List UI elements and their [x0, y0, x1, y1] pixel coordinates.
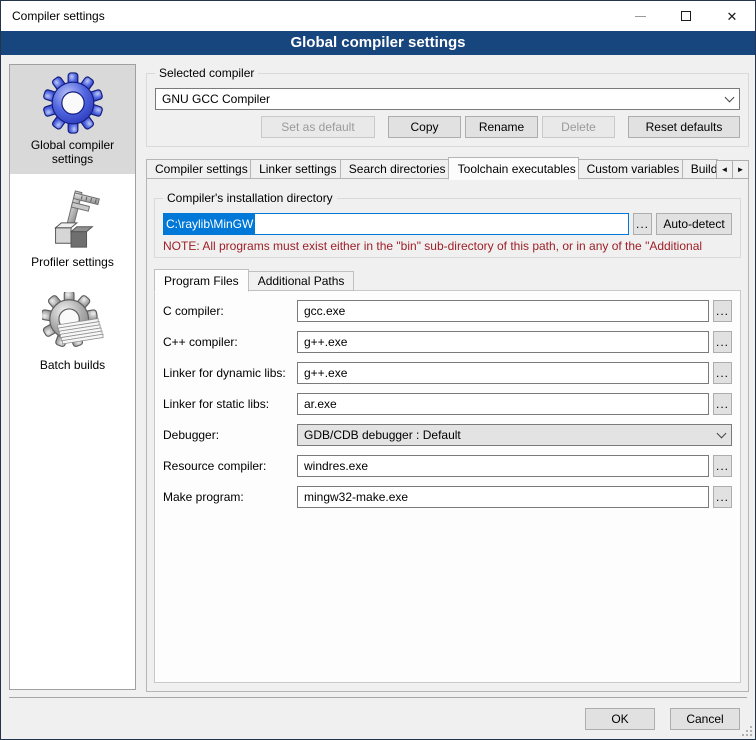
copy-button[interactable]: Copy	[388, 116, 461, 138]
resource-compiler-label: Resource compiler:	[163, 459, 297, 473]
reset-defaults-button[interactable]: Reset defaults	[628, 116, 740, 138]
sidebar-item-batch-builds[interactable]: Batch builds	[10, 285, 135, 380]
program-tabs: Program Files Additional Paths	[154, 268, 741, 291]
debugger-value: GDB/CDB debugger : Default	[304, 428, 718, 442]
static-linker-row: Linker for static libs: ar.exe ...	[163, 393, 732, 415]
footer-separator	[9, 697, 747, 698]
program-files-page: C compiler: gcc.exe ... C++ compiler: g+…	[154, 290, 741, 683]
caliper-icon	[42, 189, 104, 251]
installation-dir-browse-button[interactable]: ...	[633, 213, 652, 235]
make-program-row: Make program: mingw32-make.exe ...	[163, 486, 732, 508]
tab-custom-variables[interactable]: Custom variables	[578, 159, 683, 179]
gray-gear-papers-icon	[42, 292, 104, 354]
window-controls: ✕	[617, 1, 755, 31]
minimize-icon	[635, 16, 646, 17]
dynamic-linker-row: Linker for dynamic libs: g++.exe ...	[163, 362, 732, 384]
cpp-compiler-browse-button[interactable]: ...	[713, 331, 732, 353]
blue-gear-icon	[42, 72, 104, 134]
sidebar-item-global-compiler-settings[interactable]: Global compiler settings	[10, 65, 135, 174]
cpp-compiler-row: C++ compiler: g++.exe ...	[163, 331, 732, 353]
c-compiler-row: C compiler: gcc.exe ...	[163, 300, 732, 322]
toolchain-executables-page: Compiler's installation directory C:\ray…	[146, 178, 749, 692]
installation-dir-selected-text: C:\raylib\MinGW	[164, 214, 255, 234]
compiler-select[interactable]: GNU GCC Compiler	[155, 88, 740, 110]
selected-compiler-group-label: Selected compiler	[155, 66, 258, 80]
dynamic-linker-label: Linker for dynamic libs:	[163, 366, 297, 380]
sidebar-item-label: Profiler settings	[10, 255, 135, 277]
make-program-label: Make program:	[163, 490, 297, 504]
installation-dir-group-label: Compiler's installation directory	[163, 191, 337, 205]
debugger-label: Debugger:	[163, 428, 297, 442]
dynamic-linker-value: g++.exe	[304, 366, 347, 380]
bin-subdirectory-note: NOTE: All programs must exist either in …	[163, 239, 732, 253]
auto-detect-button[interactable]: Auto-detect	[656, 213, 732, 235]
cpp-compiler-value: g++.exe	[304, 335, 347, 349]
tab-build-options[interactable]: Build	[682, 159, 718, 179]
cpp-compiler-label: C++ compiler:	[163, 335, 297, 349]
make-program-value: mingw32-make.exe	[304, 490, 408, 504]
make-program-input[interactable]: mingw32-make.exe	[297, 486, 709, 508]
dynamic-linker-input[interactable]: g++.exe	[297, 362, 709, 384]
titlebar: Compiler settings ✕	[1, 1, 755, 31]
maximize-icon	[681, 11, 691, 21]
static-linker-label: Linker for static libs:	[163, 397, 297, 411]
sidebar-item-label: Batch builds	[10, 358, 135, 380]
set-as-default-button[interactable]: Set as default	[261, 116, 375, 138]
selected-compiler-group: Selected compiler GNU GCC Compiler Set a…	[146, 73, 749, 147]
debugger-select[interactable]: GDB/CDB debugger : Default	[297, 424, 732, 446]
compiler-settings-dialog: Compiler settings ✕ Global compiler sett…	[0, 0, 756, 740]
static-linker-value: ar.exe	[304, 397, 337, 411]
sidebar-item-label: Global compiler settings	[10, 138, 135, 174]
resource-compiler-row: Resource compiler: windres.exe ...	[163, 455, 732, 477]
tab-linker-settings[interactable]: Linker settings	[250, 159, 341, 179]
cpp-compiler-input[interactable]: g++.exe	[297, 331, 709, 353]
maximize-button[interactable]	[663, 1, 709, 31]
tab-scroll-left-button[interactable]: ◄	[716, 160, 733, 179]
c-compiler-label: C compiler:	[163, 304, 297, 318]
installation-dir-input[interactable]: C:\raylib\MinGW	[163, 213, 629, 235]
rename-button[interactable]: Rename	[465, 116, 538, 138]
arrow-right-icon: ►	[737, 165, 745, 174]
resize-grip-icon[interactable]	[742, 726, 752, 736]
static-linker-input[interactable]: ar.exe	[297, 393, 709, 415]
main-panel: Selected compiler GNU GCC Compiler Set a…	[146, 64, 749, 692]
ok-button[interactable]: OK	[585, 708, 655, 730]
compiler-select-value: GNU GCC Compiler	[162, 92, 726, 106]
tab-scroll-arrows: ◄ ►	[717, 160, 749, 179]
sidebar-item-profiler-settings[interactable]: Profiler settings	[10, 182, 135, 277]
make-program-browse-button[interactable]: ...	[713, 486, 732, 508]
tab-toolchain-executables[interactable]: Toolchain executables	[448, 157, 579, 180]
resource-compiler-value: windres.exe	[304, 459, 368, 473]
c-compiler-value: gcc.exe	[304, 304, 345, 318]
c-compiler-input[interactable]: gcc.exe	[297, 300, 709, 322]
footer-buttons: OK Cancel	[585, 708, 740, 730]
dynamic-linker-browse-button[interactable]: ...	[713, 362, 732, 384]
window-title: Compiler settings	[1, 9, 105, 23]
installation-dir-row: C:\raylib\MinGW ... Auto-detect	[163, 213, 732, 235]
settings-tabstrip: Compiler settings Linker settings Search…	[146, 156, 749, 179]
tab-additional-paths[interactable]: Additional Paths	[248, 271, 355, 291]
close-button[interactable]: ✕	[709, 1, 755, 31]
tab-scroll-right-button[interactable]: ►	[732, 160, 749, 179]
installation-dir-group: Compiler's installation directory C:\ray…	[154, 198, 741, 258]
settings-sidebar: Global compiler settings	[9, 64, 136, 690]
minimize-button[interactable]	[617, 1, 663, 31]
tab-compiler-settings[interactable]: Compiler settings	[146, 159, 251, 179]
delete-button[interactable]: Delete	[542, 116, 615, 138]
arrow-left-icon: ◄	[721, 165, 729, 174]
tab-search-directories[interactable]: Search directories	[340, 159, 449, 179]
chevron-down-icon	[717, 428, 727, 438]
compiler-buttons-row: Set as default Copy Rename Delete Reset …	[155, 116, 740, 138]
cancel-button[interactable]: Cancel	[670, 708, 740, 730]
resource-compiler-input[interactable]: windres.exe	[297, 455, 709, 477]
debugger-row: Debugger: GDB/CDB debugger : Default	[163, 424, 732, 446]
c-compiler-browse-button[interactable]: ...	[713, 300, 732, 322]
chevron-down-icon	[725, 92, 735, 102]
tab-program-files[interactable]: Program Files	[154, 269, 249, 292]
page-title: Global compiler settings	[1, 31, 755, 55]
static-linker-browse-button[interactable]: ...	[713, 393, 732, 415]
resource-compiler-browse-button[interactable]: ...	[713, 455, 732, 477]
close-icon: ✕	[727, 10, 738, 23]
